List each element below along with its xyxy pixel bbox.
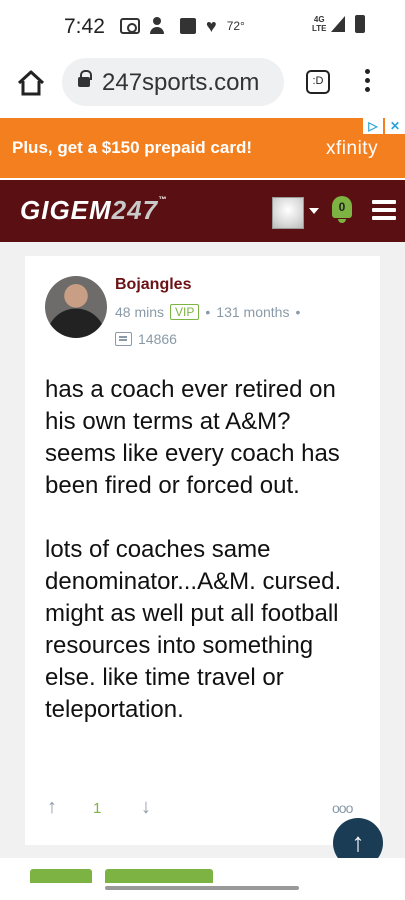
post-body: has a coach ever retired on his own term… — [45, 374, 365, 758]
gesture-bar — [105, 886, 299, 890]
heart-icon: ♥ — [206, 16, 217, 36]
vip-badge: VIP — [170, 304, 200, 320]
battery-icon — [354, 15, 365, 33]
vote-count: 1 — [93, 800, 102, 817]
signal-icon — [330, 16, 345, 32]
status-bar: 7:42 ♥ 72° 4G LTE — [0, 0, 405, 56]
notification-bell-icon[interactable]: 0 — [330, 194, 354, 224]
message-icon — [115, 332, 132, 346]
browser-toolbar: 247sports.com :D — [0, 56, 405, 114]
downvote-arrow-icon[interactable]: ↓ — [141, 796, 151, 819]
post-paragraph: lots of coaches same denominator...A&M. … — [45, 536, 342, 723]
ad-brand: xfinity — [326, 138, 379, 159]
tabs-button[interactable]: :D — [306, 70, 330, 94]
post-author[interactable]: Bojangles — [115, 276, 191, 294]
post-meta: 48 mins VIP • 131 months • — [115, 304, 300, 320]
ad-banner[interactable]: Plus, get a $150 prepaid card! xfinity ▷… — [0, 118, 405, 178]
separator-dot: • — [295, 304, 301, 320]
member-tenure: 131 months — [216, 304, 290, 320]
user-avatar[interactable] — [272, 197, 304, 229]
status-icons: ♥ 72° — [120, 17, 245, 35]
url-text: 247sports.com — [102, 69, 260, 96]
post-time: 48 mins — [115, 304, 165, 320]
add-person-icon — [150, 17, 170, 35]
notification-count: 0 — [338, 200, 346, 214]
ad-choices-icon[interactable]: ▷ — [363, 118, 383, 134]
site-header: GIGEM247™ 0 — [0, 180, 405, 242]
hamburger-menu-icon[interactable] — [372, 200, 396, 220]
reply-button[interactable] — [30, 869, 92, 883]
address-bar[interactable]: 247sports.com — [62, 58, 284, 106]
home-icon[interactable] — [16, 68, 46, 98]
ad-text: Plus, get a $150 prepaid card! — [12, 138, 252, 157]
photo-icon — [180, 18, 196, 34]
status-icons-right: 4G LTE — [312, 15, 365, 33]
browser-menu-icon[interactable] — [365, 69, 371, 95]
separator-dot: • — [205, 304, 211, 320]
ad-choices: ▷ ✕ — [363, 118, 405, 134]
post-card: Bojangles 48 mins VIP • 131 months • 148… — [25, 256, 380, 845]
lock-icon — [78, 70, 92, 89]
post-count: 14866 — [115, 331, 177, 347]
post-paragraph: has a coach ever retired on his own term… — [45, 376, 340, 499]
status-temperature: 72° — [226, 19, 245, 33]
chevron-down-icon[interactable] — [309, 208, 319, 214]
ad-close-icon[interactable]: ✕ — [385, 118, 405, 134]
post-count-value: 14866 — [138, 331, 177, 347]
author-avatar[interactable] — [45, 276, 107, 338]
more-options-icon[interactable]: ooo — [332, 800, 353, 816]
site-logo[interactable]: GIGEM247™ — [20, 195, 167, 226]
cast-icon — [120, 18, 140, 34]
bottom-strip — [0, 858, 405, 900]
upvote-arrow-icon[interactable]: ↑ — [47, 796, 57, 819]
network-type: 4G LTE — [312, 15, 327, 33]
action-button[interactable] — [105, 869, 213, 883]
status-time: 7:42 — [64, 15, 105, 38]
